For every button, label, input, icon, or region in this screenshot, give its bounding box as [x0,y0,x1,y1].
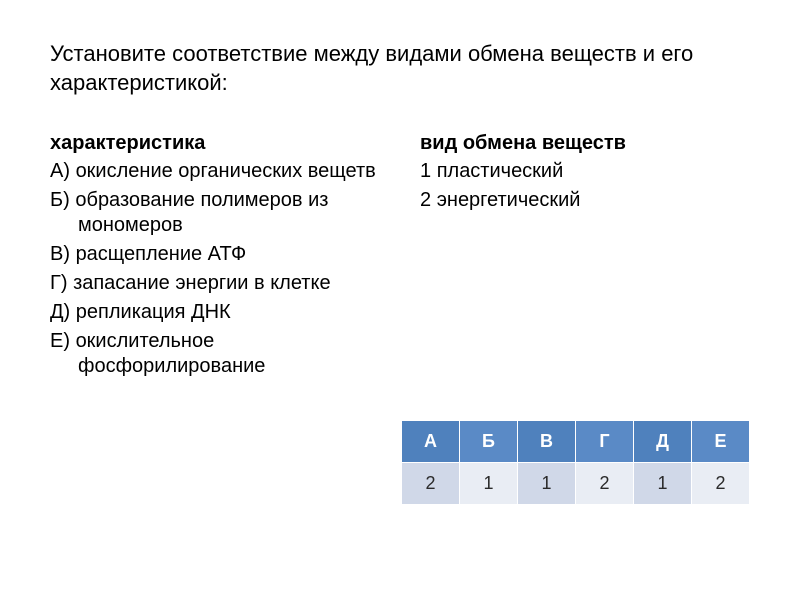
answer-header-cell: Б [460,421,518,463]
char-letter: Б) [50,189,70,211]
content-columns: характеристика А) окисление органических… [50,132,750,383]
answer-value-cell: 1 [460,463,518,505]
char-item-v: В) расщепление АТФ [50,242,380,267]
char-item-d: Д) репликация ДНК [50,300,380,325]
answer-value-row: 2 1 1 2 1 2 [402,463,750,505]
char-text: окислительное фосфорилирование [76,330,266,377]
char-item-e: Е) окислительное фосфорилирование [50,329,380,379]
answer-table: А Б В Г Д Е 2 1 1 2 1 2 [401,420,750,505]
char-item-b: Б) образование полимеров из мономеров [50,188,380,238]
char-letter: А) [50,160,70,182]
answer-value-cell: 2 [402,463,460,505]
answer-header-row: А Б В Г Д Е [402,421,750,463]
char-item-a: А) окисление органических вещетв [50,159,380,184]
type-text: энергетический [437,189,581,211]
answer-header-cell: Г [576,421,634,463]
type-item-1: 1 пластический [420,159,750,184]
type-num: 1 [420,160,431,182]
answer-value-cell: 1 [518,463,576,505]
answer-header-cell: А [402,421,460,463]
char-text: образование полимеров из мономеров [75,189,328,236]
char-text: окисление органических вещетв [76,160,376,182]
char-text: запасание энергии в клетке [73,272,331,294]
answer-value-cell: 1 [634,463,692,505]
char-letter: В) [50,243,70,265]
answer-header-cell: Е [692,421,750,463]
type-text: пластический [437,160,564,182]
type-num: 2 [420,189,431,211]
char-text: репликация ДНК [76,301,231,323]
answer-header-cell: Д [634,421,692,463]
answer-value-cell: 2 [576,463,634,505]
char-letter: Е) [50,330,70,352]
char-item-g: Г) запасание энергии в клетке [50,271,380,296]
left-heading: характеристика [50,132,380,155]
type-item-2: 2 энергетический [420,188,750,213]
left-column: характеристика А) окисление органических… [50,132,380,383]
task-title: Установите соответствие между видами обм… [50,40,750,97]
char-text: расщепление АТФ [76,243,247,265]
right-column: вид обмена веществ 1 пластический 2 энер… [420,132,750,383]
char-letter: Д) [50,301,70,323]
char-letter: Г) [50,272,68,294]
answer-value-cell: 2 [692,463,750,505]
right-heading: вид обмена веществ [420,132,750,155]
answer-header-cell: В [518,421,576,463]
